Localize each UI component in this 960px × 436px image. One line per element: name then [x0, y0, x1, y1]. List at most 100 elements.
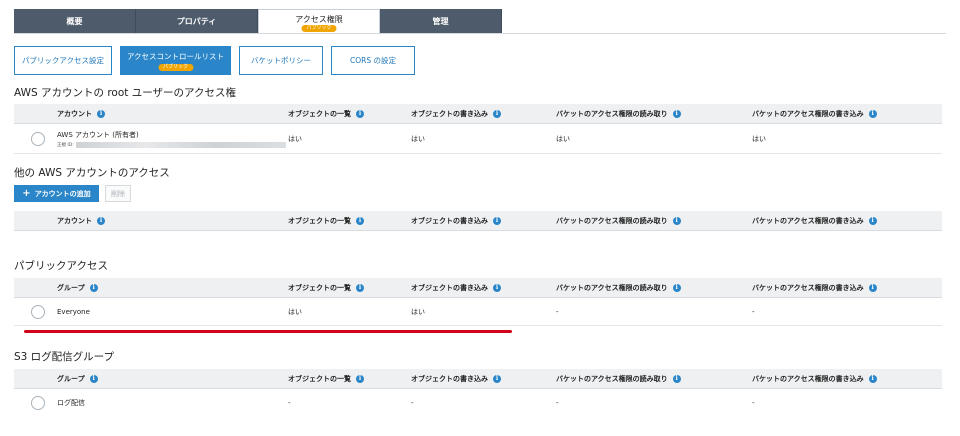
info-icon[interactable]: i — [672, 216, 681, 225]
info-icon[interactable]: i — [672, 283, 681, 292]
public-access-settings-button[interactable]: パブリックアクセス設定 — [14, 46, 112, 75]
col-write-acl: バケットのアクセス権限の書き込み — [752, 216, 864, 225]
tab-management[interactable]: 管理 — [380, 9, 502, 33]
root-access-table: アカウント i オブジェクトの一覧 i オブジェクトの書き込み i バケットのアクセス… — [14, 104, 942, 154]
highlight-underline — [24, 330, 512, 333]
tab-properties[interactable]: プロパティ — [136, 9, 258, 33]
info-icon[interactable]: i — [493, 283, 501, 292]
table-row: ログ配信 - - - - — [14, 389, 942, 417]
col-read-acl: バケットのアクセス権限の読み取り — [556, 109, 668, 118]
col-read-acl: バケットのアクセス権限の読み取り — [556, 283, 668, 292]
col-write-acl: バケットのアクセス権限の書き込み — [752, 374, 864, 383]
info-icon[interactable]: i — [672, 374, 681, 383]
other-accounts-title: 他の AWS アカウントのアクセス — [14, 167, 170, 179]
info-icon[interactable]: i — [672, 109, 681, 118]
subtab-label: アクセスコントロールリスト — [126, 52, 225, 61]
info-icon[interactable]: i — [97, 216, 105, 225]
write-acl-value: - — [752, 307, 755, 316]
col-write-acl: バケットのアクセス権限の書き込み — [752, 109, 864, 118]
account-name: AWS アカウント (所有者) — [57, 130, 139, 139]
acl-button[interactable]: アクセスコントロールリスト パブリック — [120, 46, 231, 75]
read-acl-value: - — [556, 399, 559, 407]
log-delivery-table: グループ i オブジェクトの一覧 i オブジェクトの書き込み i バケットのアクセス権… — [14, 369, 942, 417]
col-group: グループ — [57, 374, 85, 383]
table-header: グループ i オブジェクトの一覧 i オブジェクトの書き込み i バケットのアクセス権… — [14, 278, 942, 298]
subtab-label: パブリックアクセス設定 — [21, 56, 105, 65]
main-tabs: 概要 プロパティ アクセス権限 パブリック 管理 — [14, 9, 502, 34]
root-section-title: AWS アカウントの root ユーザーのアクセス権 — [14, 87, 236, 99]
col-group: グループ — [57, 283, 85, 292]
info-icon[interactable]: i — [868, 374, 877, 383]
group-name: Everyone — [57, 307, 90, 316]
public-access-table: グループ i オブジェクトの一覧 i オブジェクトの書き込み i バケットのアクセス権… — [14, 278, 942, 326]
tab-label: 管理 — [432, 16, 449, 26]
table-header: グループ i オブジェクトの一覧 i オブジェクトの書き込み i バケットのアクセス権… — [14, 369, 942, 389]
list-value: はい — [288, 134, 302, 143]
add-account-button[interactable]: + アカウントの追加 — [14, 185, 99, 202]
read-acl-value: - — [556, 307, 559, 316]
info-icon[interactable]: i — [356, 109, 364, 118]
col-read-acl: バケットのアクセス権限の読み取り — [556, 216, 668, 225]
table-row: Everyone はい はい - - — [14, 298, 942, 326]
col-list-objects: オブジェクトの一覧 — [288, 374, 351, 383]
tab-label: 概要 — [66, 16, 83, 26]
table-header: アカウント i オブジェクトの一覧 i オブジェクトの書き込み i バケットのアクセス… — [14, 104, 942, 124]
info-icon[interactable]: i — [493, 374, 501, 383]
write-acl-value: - — [752, 399, 755, 407]
write-value: はい — [411, 134, 425, 143]
write-acl-value: はい — [752, 134, 766, 143]
tab-label: アクセス権限 — [295, 14, 343, 24]
delete-label: 削除 — [111, 189, 125, 198]
info-icon[interactable]: i — [493, 109, 501, 118]
read-acl-value: はい — [556, 134, 570, 143]
delete-button[interactable]: 削除 — [105, 185, 131, 202]
info-icon[interactable]: i — [356, 216, 364, 225]
info-icon[interactable]: i — [356, 283, 364, 292]
info-icon[interactable]: i — [493, 216, 501, 225]
subtab-label: バケットポリシー — [251, 56, 311, 65]
col-write-objects: オブジェクトの書き込み — [411, 216, 488, 225]
list-value: - — [288, 399, 291, 407]
info-icon[interactable]: i — [356, 374, 364, 383]
info-icon[interactable]: i — [868, 109, 877, 118]
cors-settings-button[interactable]: CORS の設定 — [331, 46, 415, 75]
table-header: アカウント i オブジェクトの一覧 i オブジェクトの書き込み i バケットのアクセス… — [14, 211, 942, 231]
col-list-objects: オブジェクトの一覧 — [288, 109, 351, 118]
log-delivery-title: S3 ログ配信グループ — [14, 351, 115, 363]
col-write-objects: オブジェクトの書き込み — [411, 109, 488, 118]
redacted-id — [75, 141, 286, 148]
col-list-objects: オブジェクトの一覧 — [288, 283, 351, 292]
public-badge: パブリック — [157, 64, 194, 71]
subtab-label: CORS の設定 — [350, 56, 396, 65]
info-icon[interactable]: i — [868, 283, 877, 292]
col-write-objects: オブジェクトの書き込み — [411, 374, 488, 383]
bucket-policy-button[interactable]: バケットポリシー — [239, 46, 323, 75]
permission-subtabs: パブリックアクセス設定 アクセスコントロールリスト パブリック バケットポリシー… — [14, 46, 415, 75]
col-list-objects: オブジェクトの一覧 — [288, 216, 351, 225]
info-icon[interactable]: i — [868, 216, 877, 225]
tab-label: プロパティ — [176, 16, 217, 26]
row-radio[interactable] — [31, 396, 45, 410]
public-badge: パブリック — [301, 25, 337, 32]
col-write-acl: バケットのアクセス権限の書き込み — [752, 283, 864, 292]
group-name: ログ配信 — [57, 399, 85, 407]
tab-permissions[interactable]: アクセス権限 パブリック — [258, 9, 380, 34]
col-write-objects: オブジェクトの書き込み — [411, 283, 488, 292]
public-access-title: パブリックアクセス — [14, 260, 108, 272]
write-value: はい — [411, 307, 425, 316]
row-radio[interactable] — [31, 305, 45, 319]
col-account: アカウント — [57, 216, 92, 225]
add-account-label: アカウントの追加 — [34, 189, 91, 198]
canonical-id-label: 正規 ID: — [57, 142, 74, 148]
row-radio[interactable] — [31, 132, 45, 146]
info-icon[interactable]: i — [89, 374, 98, 383]
other-accounts-table: アカウント i オブジェクトの一覧 i オブジェクトの書き込み i バケットのアクセス… — [14, 211, 942, 231]
list-value: はい — [288, 307, 302, 316]
tab-overview[interactable]: 概要 — [14, 9, 136, 33]
canonical-id: 正規 ID: — [57, 141, 286, 148]
info-icon[interactable]: i — [89, 283, 98, 292]
info-icon[interactable]: i — [97, 109, 105, 118]
col-read-acl: バケットのアクセス権限の読み取り — [556, 374, 668, 383]
tab-divider — [14, 33, 946, 34]
table-row: AWS アカウント (所有者) 正規 ID: はい はい はい はい — [14, 124, 942, 154]
